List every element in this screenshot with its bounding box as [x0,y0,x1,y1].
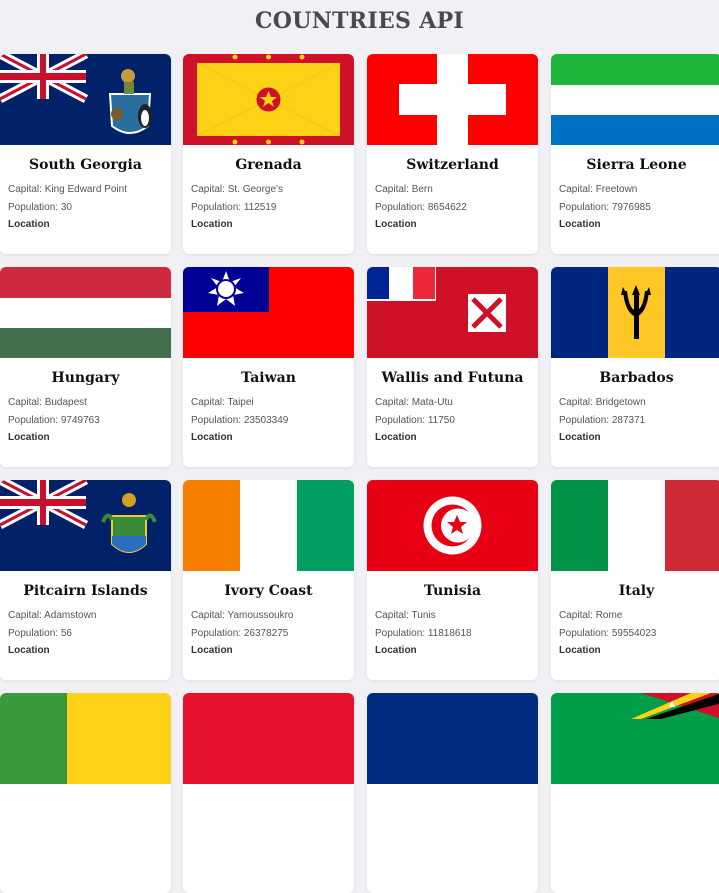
country-card[interactable]: Barbados Capital: Bridgetown Population:… [551,267,719,467]
capital-text: Capital: Adamstown [8,610,97,621]
capital-text: Capital: Rome [559,610,623,621]
location-link[interactable]: Location [375,645,417,656]
capital-text: Capital: Bern [375,184,433,195]
population-text: Population: 9749763 [8,415,100,426]
country-card[interactable]: South Georgia Capital: King Edward Point… [0,54,171,254]
country-card[interactable]: Switzerland Capital: Bern Population: 86… [367,54,538,254]
country-card[interactable]: Ivory Coast Capital: Yamoussoukro Popula… [183,480,354,680]
capital-text: Capital: King Edward Point [8,184,127,195]
country-name: Switzerland [406,157,499,173]
country-name: Ivory Coast [224,583,313,599]
pitcairn-flag [0,480,171,571]
country-card[interactable] [551,693,719,893]
wallis-futuna-flag [367,267,538,358]
country-card[interactable]: Pitcairn Islands Capital: Adamstown Popu… [0,480,171,680]
capital-text: Capital: Freetown [559,184,638,195]
barbados-flag [551,267,719,358]
tunisia-flag [367,480,538,571]
country-name: Pitcairn Islands [23,583,148,599]
location-link[interactable]: Location [191,219,233,230]
population-text: Population: 23503349 [191,415,289,426]
country-name: Sierra Leone [586,157,687,173]
population-text: Population: 7976985 [559,202,651,213]
country-name: Barbados [599,370,674,386]
country-name: Italy [618,583,655,599]
taiwan-flag [183,267,354,358]
capital-text: Capital: Bridgetown [559,397,646,408]
population-text: Population: 11818618 [375,628,472,639]
country-card[interactable]: Taiwan Capital: Taipei Population: 23503… [183,267,354,467]
south-georgia-flag [0,54,171,145]
population-text: Population: 8654622 [375,202,467,213]
country-name: Grenada [235,157,302,173]
location-link[interactable]: Location [191,432,233,443]
country-name: Tunisia [423,583,482,599]
country-card[interactable] [367,693,538,893]
population-text: Population: 59554023 [559,628,657,639]
population-text: Population: 26378275 [191,628,289,639]
hungary-flag [0,267,171,358]
location-link[interactable]: Location [375,219,417,230]
capital-text: Capital: Budapest [8,397,87,408]
capital-text: Capital: St. George's [191,184,283,195]
country-flag [183,693,354,784]
location-link[interactable]: Location [8,645,50,656]
population-text: Population: 287371 [559,415,646,426]
country-flag [551,693,719,784]
country-card[interactable]: Italy Capital: Rome Population: 59554023… [551,480,719,680]
country-card[interactable]: Grenada Capital: St. George's Population… [183,54,354,254]
country-card[interactable]: Sierra Leone Capital: Freetown Populatio… [551,54,719,254]
location-link[interactable]: Location [191,645,233,656]
country-name: Taiwan [241,370,296,386]
ivory-coast-flag [183,480,354,571]
population-text: Population: 30 [8,202,72,213]
population-text: Population: 56 [8,628,72,639]
country-card[interactable] [183,693,354,893]
country-card[interactable]: Hungary Capital: Budapest Population: 97… [0,267,171,467]
location-link[interactable]: Location [559,645,601,656]
population-text: Population: 112519 [191,202,277,213]
location-link[interactable]: Location [375,432,417,443]
capital-text: Capital: Mata-Utu [375,397,453,408]
capital-text: Capital: Taipei [191,397,254,408]
location-link[interactable]: Location [8,432,50,443]
country-flag [367,693,538,784]
capital-text: Capital: Tunis [375,610,436,621]
country-card[interactable] [0,693,171,893]
country-name: South Georgia [29,157,142,173]
country-name: Wallis and Futuna [381,370,524,386]
capital-text: Capital: Yamoussoukro [191,610,294,621]
sierra-leone-flag [551,54,719,145]
location-link[interactable]: Location [559,432,601,443]
country-card[interactable]: Tunisia Capital: Tunis Population: 11818… [367,480,538,680]
page-title: COUNTRIES API [254,8,465,34]
italy-flag [551,480,719,571]
country-name: Hungary [51,370,120,386]
location-link[interactable]: Location [559,219,601,230]
switzerland-flag [367,54,538,145]
location-link[interactable]: Location [8,219,50,230]
grenada-flag [183,54,354,145]
population-text: Population: 11750 [375,415,455,426]
country-flag [0,693,171,784]
country-card[interactable]: Wallis and Futuna Capital: Mata-Utu Popu… [367,267,538,467]
